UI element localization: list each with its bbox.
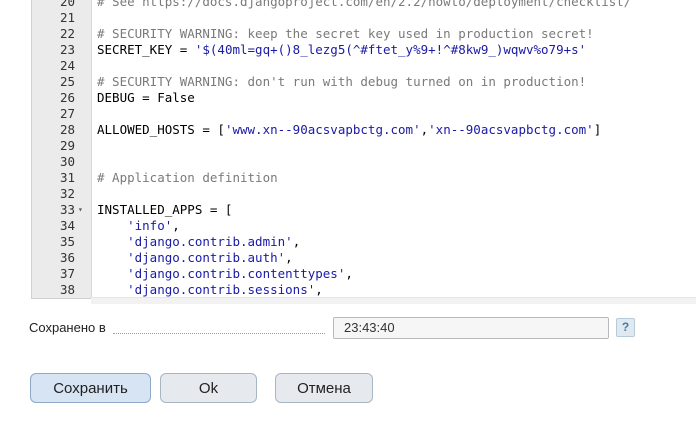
line-number: 37 bbox=[59, 266, 75, 281]
save-button[interactable]: Сохранить bbox=[30, 373, 151, 403]
line-number: 20 bbox=[59, 0, 75, 9]
code-string: 'www.xn--90acsvapbctg.com' bbox=[224, 122, 421, 137]
code-token: , bbox=[292, 234, 301, 249]
code-comment: # SECURITY WARNING: keep the secret key … bbox=[97, 26, 594, 41]
line-number: 34 bbox=[59, 218, 75, 233]
line-number: 24 bbox=[59, 58, 75, 73]
cancel-button[interactable]: Отмена bbox=[275, 373, 373, 403]
code-line[interactable]: 30 bbox=[32, 154, 696, 170]
code-line[interactable]: 20 # See https://docs.djangoproject.com/e… bbox=[32, 0, 696, 10]
code-token: , bbox=[315, 282, 323, 297]
line-number: 33 bbox=[59, 202, 75, 217]
dotted-leader bbox=[113, 333, 325, 334]
code-line[interactable]: 35 'django.contrib.admin', bbox=[32, 234, 696, 250]
line-number: 32 bbox=[59, 186, 75, 201]
line-number: 30 bbox=[59, 154, 75, 169]
saved-time-field: 23:43:40 bbox=[333, 317, 609, 339]
code-token: DEBUG = False bbox=[97, 90, 195, 105]
code-text: INSTALLED_APPS = [ bbox=[97, 202, 232, 218]
code-token: , bbox=[285, 250, 293, 265]
code-token: , bbox=[172, 218, 180, 233]
fold-arrow-icon[interactable]: ▾ bbox=[78, 202, 88, 218]
code-line[interactable]: 22 # SECURITY WARNING: keep the secret ke… bbox=[32, 26, 696, 42]
code-text: # SECURITY WARNING: keep the secret key … bbox=[97, 26, 594, 42]
code-line[interactable]: 31 # Application definition bbox=[32, 170, 696, 186]
ok-button[interactable]: Ok bbox=[160, 373, 257, 403]
code-string: 'django.contrib.contenttypes' bbox=[127, 266, 346, 281]
code-line[interactable]: 38 'django.contrib.sessions', bbox=[32, 282, 696, 298]
line-number: 35 bbox=[59, 234, 75, 249]
line-number: 29 bbox=[59, 138, 75, 153]
code-line[interactable]: 23 SECRET_KEY = '$(40ml=gq+()8_lezg5(^#ft… bbox=[32, 42, 696, 58]
code-token: SECRET_KEY = bbox=[97, 42, 195, 57]
line-number: 22 bbox=[59, 26, 75, 41]
code-comment: # Application definition bbox=[97, 170, 278, 185]
code-token: ALLOWED_HOSTS = [ bbox=[97, 122, 225, 137]
line-number: 27 bbox=[59, 106, 75, 121]
code-line[interactable]: 27 bbox=[32, 106, 696, 122]
code-comment: # SECURITY WARNING: don't run with debug… bbox=[97, 74, 587, 89]
code-line[interactable]: 25 # SECURITY WARNING: don't run with deb… bbox=[32, 74, 696, 90]
line-number: 31 bbox=[59, 170, 75, 185]
code-text: # SECURITY WARNING: don't run with debug… bbox=[97, 74, 586, 90]
code-string: 'django.contrib.auth' bbox=[127, 250, 286, 265]
code-token: , bbox=[345, 266, 353, 281]
code-text: 'django.contrib.contenttypes', bbox=[97, 266, 353, 282]
code-token: INSTALLED_APPS = [ bbox=[97, 202, 233, 217]
code-line[interactable]: 26 DEBUG = False bbox=[32, 90, 696, 106]
code-line[interactable]: 24 bbox=[32, 58, 696, 74]
code-line[interactable]: 28 ALLOWED_HOSTS = ['www.xn--90acsvapbctg… bbox=[32, 122, 696, 138]
code-line[interactable]: 33 ▾ INSTALLED_APPS = [ bbox=[32, 202, 696, 218]
code-line[interactable]: 21 bbox=[32, 10, 696, 26]
code-text: 'django.contrib.admin', bbox=[97, 234, 300, 250]
line-number: 38 bbox=[59, 282, 75, 297]
horizontal-scrollbar[interactable] bbox=[91, 297, 696, 304]
code-text: # Application definition bbox=[97, 170, 278, 186]
code-text: DEBUG = False bbox=[97, 90, 195, 106]
code-comment: # See https://docs.djangoproject.com/en/… bbox=[97, 0, 632, 9]
code-line[interactable]: 36 'django.contrib.auth', bbox=[32, 250, 696, 266]
line-number: 25 bbox=[59, 74, 75, 89]
line-number: 26 bbox=[59, 90, 75, 105]
code-editor[interactable]: 20 # See https://docs.djangoproject.com/e… bbox=[31, 0, 696, 299]
code-text: 'django.contrib.auth', bbox=[97, 250, 293, 266]
code-string: 'xn--90acsvapbctg.com' bbox=[428, 122, 594, 137]
code-text: # See https://docs.djangoproject.com/en/… bbox=[97, 0, 631, 10]
line-number: 36 bbox=[59, 250, 75, 265]
code-string: 'django.contrib.sessions' bbox=[127, 282, 316, 297]
code-token: , bbox=[420, 122, 429, 137]
code-line[interactable]: 34 'info', bbox=[32, 218, 696, 234]
code-text: ALLOWED_HOSTS = ['www.xn--90acsvapbctg.c… bbox=[97, 122, 601, 138]
code-string: 'django.contrib.admin' bbox=[127, 234, 293, 249]
help-icon[interactable]: ? bbox=[616, 318, 635, 337]
code-token: ] bbox=[593, 122, 602, 137]
line-number: 21 bbox=[59, 10, 75, 25]
line-number: 23 bbox=[59, 42, 75, 57]
code-line[interactable]: 32 bbox=[32, 186, 696, 202]
code-line[interactable]: 37 'django.contrib.contenttypes', bbox=[32, 266, 696, 282]
code-text: SECRET_KEY = '$(40ml=gq+()8_lezg5(^#ftet… bbox=[97, 42, 586, 58]
code-string: '$(40ml=gq+()8_lezg5(^#ftet_y%9+!^#8kw9_… bbox=[194, 42, 587, 57]
code-line[interactable]: 29 bbox=[32, 138, 696, 154]
code-text: 'django.contrib.sessions', bbox=[97, 282, 323, 298]
saved-at-label: Сохранено в bbox=[29, 320, 106, 335]
code-text: 'info', bbox=[97, 218, 180, 234]
line-number: 28 bbox=[59, 122, 75, 137]
code-string: 'info' bbox=[127, 218, 173, 233]
